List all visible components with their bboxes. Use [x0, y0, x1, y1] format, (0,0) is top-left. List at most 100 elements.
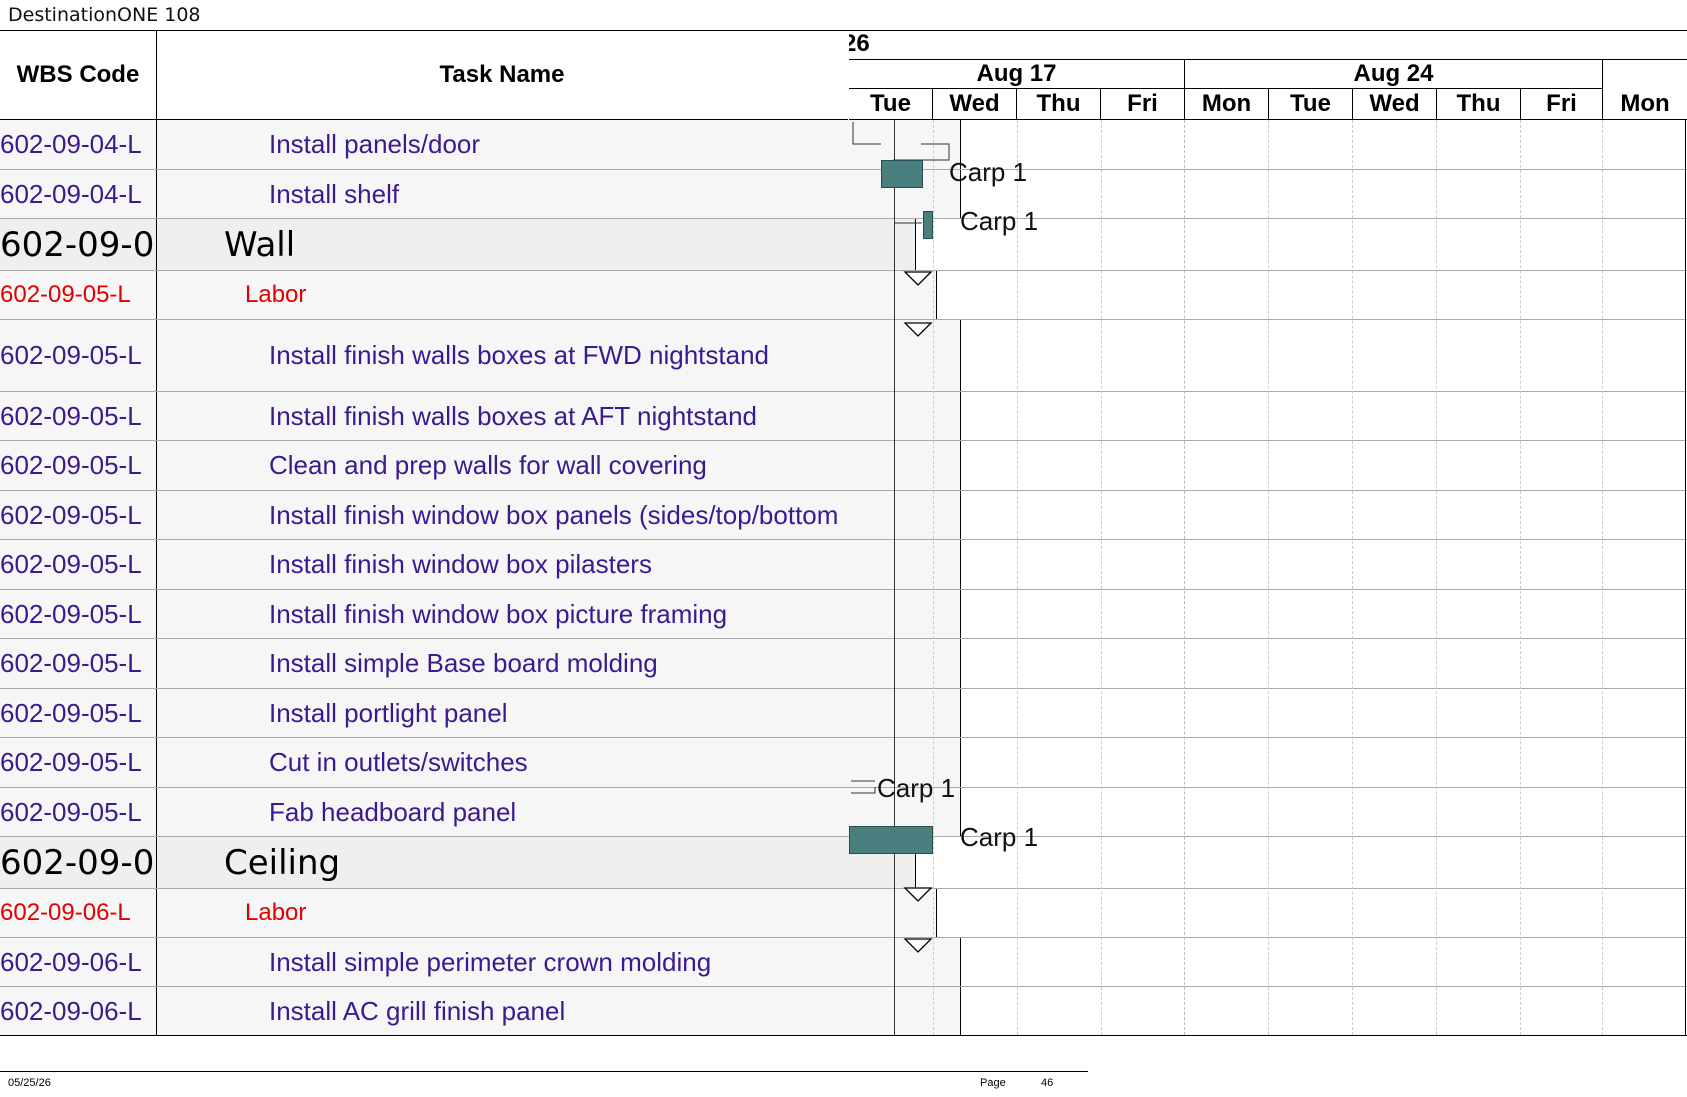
task-name: Clean and prep walls for wall covering [269, 450, 707, 480]
bar-resource-label: Carp 1 [960, 822, 1039, 852]
wbs-code: 602-09-05-L [0, 796, 142, 827]
day-gridline [1101, 120, 1102, 1035]
table-row[interactable]: 602-09-05-L Install finish window box pi… [0, 590, 1687, 639]
task-name: Wall [224, 224, 296, 265]
week-gridline [1184, 120, 1185, 1035]
wbs-code: 602-09-05-L [0, 340, 142, 370]
table-row[interactable]: 602-09-06-L Install simple perimeter cro… [0, 938, 1687, 987]
gantt-table: WBS Code Task Name 26 Aug 17 Aug 24 Tue … [0, 30, 1687, 1036]
day-header: Fri [1521, 89, 1603, 119]
table-row[interactable]: 602-09-04-L Install shelf [0, 170, 1687, 219]
day-header: Wed [933, 89, 1017, 119]
column-header: WBS Code Task Name [0, 31, 848, 120]
footer-date: 05/25/26 [8, 1077, 51, 1089]
table-row[interactable]: 602-09-05-L Install simple Base board mo… [0, 639, 1687, 689]
table-row[interactable]: 602-09-05-L Fab headboard panel [0, 788, 1687, 837]
status-date-line [894, 120, 895, 1035]
table-row[interactable]: 602-09-06 Ceiling [0, 837, 1687, 889]
timescale-header: 26 Aug 17 Aug 24 Tue Wed Thu Fri Mon Tue… [849, 31, 1687, 120]
task-name: Cut in outlets/switches [269, 747, 528, 777]
day-gridline [1602, 120, 1603, 1035]
day-header: Thu [1437, 89, 1521, 119]
task-name: Install panels/door [269, 129, 481, 159]
bar-resource-label: Carp 1 [960, 206, 1039, 236]
footer-page-number: 46 [1041, 1077, 1054, 1089]
table-row[interactable]: 602-09-05-L Cut in outlets/switches [0, 738, 1687, 788]
task-name: Ceiling [224, 842, 341, 883]
day-gridline [1352, 120, 1353, 1035]
week-aug-24: Aug 24 [1185, 60, 1603, 89]
day-header: Mon [1185, 89, 1269, 119]
task-name: Fab headboard panel [269, 796, 517, 827]
day-header: Tue [849, 89, 933, 119]
table-row[interactable]: 602-09-05-L Install finish window box pa… [0, 491, 1687, 540]
day-header: Tue [1269, 89, 1353, 119]
task-name: Install finish window box pilasters [269, 549, 652, 579]
wbs-code: 602-09-05-L [0, 400, 142, 431]
wbs-code: 602-09-04-L [0, 129, 142, 159]
day-header: Wed [1353, 89, 1437, 119]
table-row[interactable]: 602-09-05-L Install portlight panel [0, 689, 1687, 738]
day-gridline [1268, 120, 1269, 1035]
week-aug-17: Aug 17 [849, 60, 1185, 89]
wbs-code: 602-09-05-L [0, 499, 142, 530]
wbs-code: 602-09-05-L [0, 598, 142, 629]
summary-collapse-icon[interactable] [903, 937, 933, 955]
day-header: Thu [1017, 89, 1101, 119]
footer-rule [0, 1071, 1088, 1072]
task-name: Labor [245, 899, 307, 926]
wbs-code: 602-09-05-L [0, 549, 142, 579]
gantt-bar[interactable] [849, 826, 933, 854]
wbs-code: 602-09-05-L [0, 697, 142, 728]
task-name-header[interactable]: Task Name [157, 31, 847, 119]
task-name: Install finish walls boxes at AFT nights… [269, 400, 757, 431]
table-row[interactable]: 602-09-05 Wall [0, 219, 1687, 271]
day-header: Fri [1101, 89, 1185, 119]
table-row[interactable]: 602-09-05-L Clean and prep walls for wal… [0, 441, 1687, 491]
wbs-code: 602-09-04-L [0, 178, 142, 209]
task-name: Install simple perimeter crown molding [269, 946, 712, 977]
wbs-code-header[interactable]: WBS Code [0, 31, 157, 119]
wbs-code: 602-09-06-L [0, 995, 142, 1026]
wbs-code: 602-09-06-L [0, 899, 131, 926]
day-header: Mon [1603, 89, 1687, 119]
bar-resource-label: Carp 1 [949, 157, 1028, 187]
summary-collapse-icon[interactable] [903, 886, 933, 904]
wbs-code: 602-09-06-L [0, 946, 142, 977]
day-gridline [1520, 120, 1521, 1035]
task-name: Install portlight panel [269, 697, 508, 728]
year-row: 26 [849, 31, 1687, 60]
wbs-code: 602-09-06 [0, 842, 156, 883]
wbs-code: 602-09-05-L [0, 648, 142, 678]
wbs-code: 602-09-05-L [0, 747, 142, 777]
gantt-bar[interactable] [881, 160, 923, 188]
wbs-code: 602-09-05-L [0, 450, 142, 480]
day-gridline [1436, 120, 1437, 1035]
gantt-bar[interactable] [923, 211, 933, 239]
task-name: Install finish window box picture framin… [269, 598, 728, 629]
task-name: Install AC grill finish panel [269, 995, 566, 1026]
table-row[interactable]: 602-09-04-L Install panels/door [0, 120, 1687, 170]
task-name: Install finish walls boxes at FWD nights… [269, 340, 769, 370]
table-row[interactable]: 602-09-05-L Labor [0, 271, 1687, 320]
table-row[interactable]: 602-09-06-L Labor [0, 889, 1687, 938]
table-row[interactable]: 602-09-06-L Install AC grill finish pane… [0, 987, 1687, 1035]
document-title: DestinationONE 108 [8, 4, 201, 26]
task-name: Install shelf [269, 178, 400, 209]
table-row[interactable]: 602-09-05-L Install finish walls boxes a… [0, 320, 1687, 392]
task-rows: 602-09-04-L Install panels/door 602-09-0… [0, 120, 1687, 1035]
summary-collapse-icon[interactable] [903, 270, 933, 288]
right-border [1685, 120, 1686, 1035]
day-gridline [1017, 120, 1018, 1035]
wbs-code: 602-09-05 [0, 224, 156, 265]
footer-page-label: Page [980, 1077, 1006, 1089]
summary-collapse-icon[interactable] [903, 321, 933, 339]
table-row[interactable]: 602-09-05-L Install finish walls boxes a… [0, 392, 1687, 441]
task-name: Labor [245, 281, 307, 308]
task-name: Install simple Base board molding [269, 648, 658, 678]
task-name: Install finish window box panels (sides/… [269, 499, 839, 530]
year-label: 26 [849, 31, 870, 57]
bar-resource-label: Carp 1 [877, 773, 956, 803]
wbs-code: 602-09-05-L [0, 281, 131, 308]
table-row[interactable]: 602-09-05-L Install finish window box pi… [0, 540, 1687, 590]
